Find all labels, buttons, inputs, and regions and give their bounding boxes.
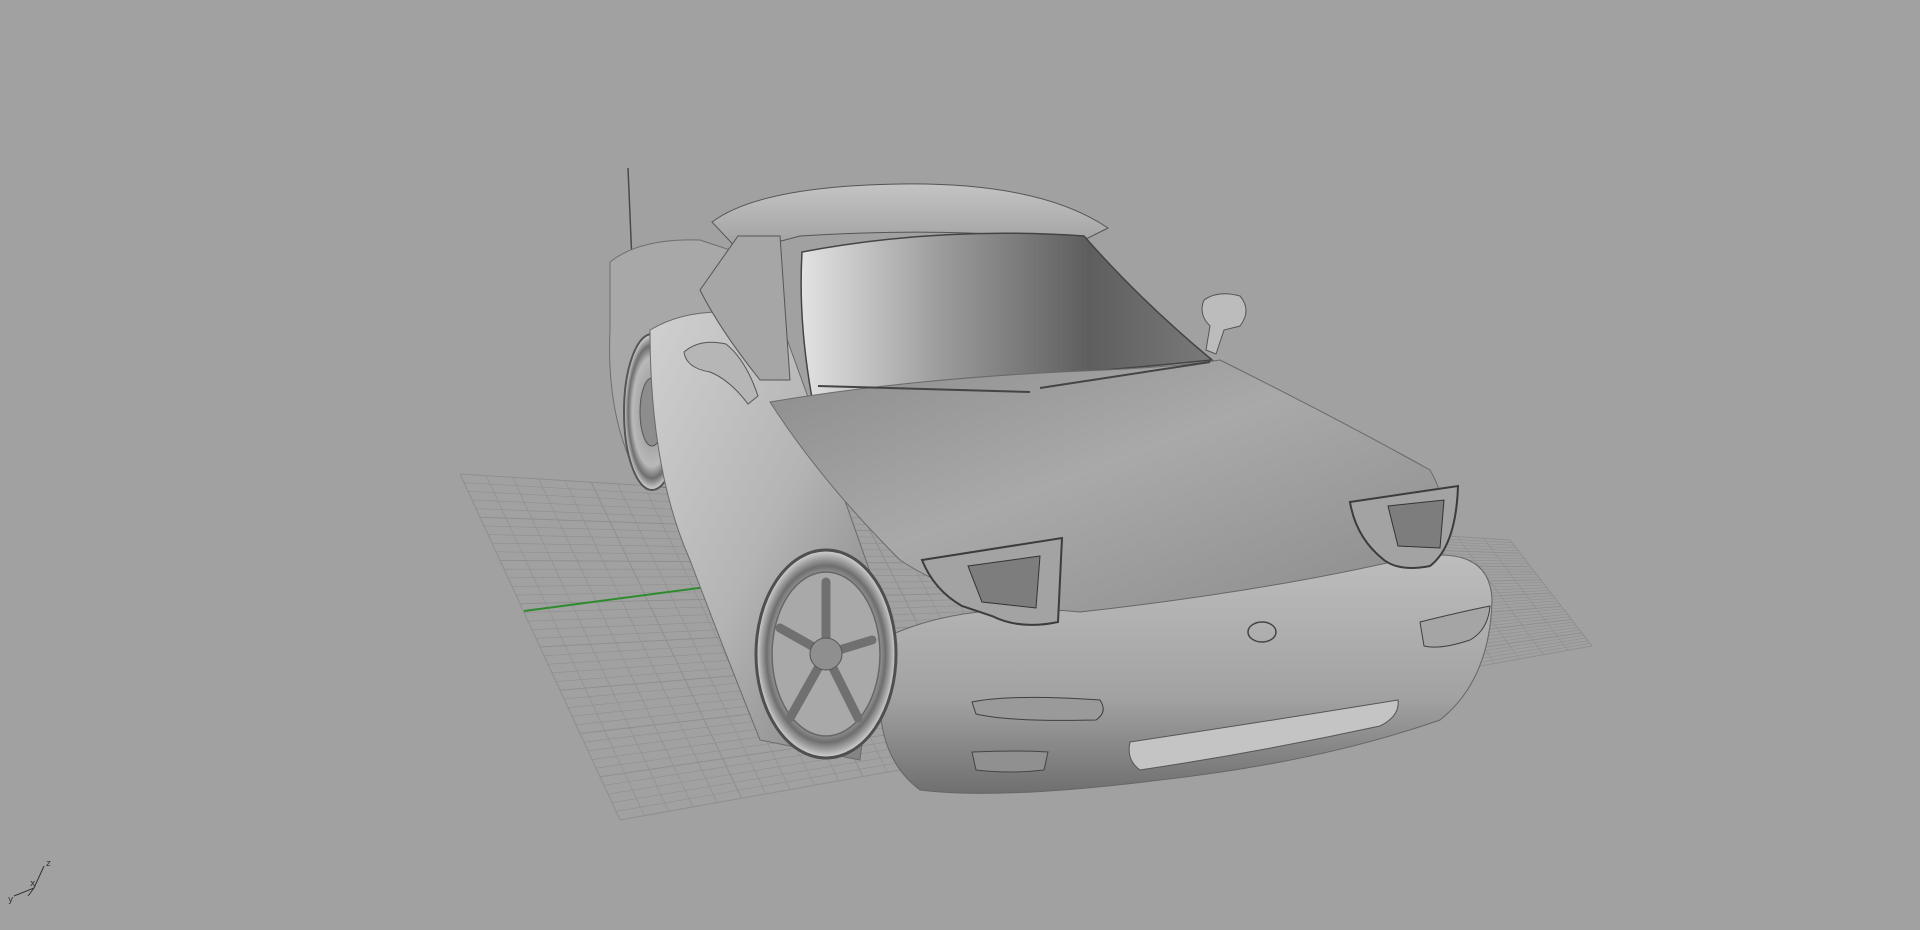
- axis-triad: z x y: [6, 852, 56, 905]
- front-turn-light: [971, 696, 1104, 721]
- right-mirror: [1201, 293, 1247, 355]
- car-model[interactable]: [609, 167, 1493, 794]
- axis-label-x: x: [30, 879, 36, 889]
- antenna: [627, 167, 633, 263]
- viewport-scene[interactable]: [0, 0, 1920, 930]
- perspective-viewport[interactable]: z x y: [0, 0, 1920, 930]
- axis-label-z: z: [46, 859, 51, 869]
- axis-label-y: y: [8, 895, 14, 905]
- grid-line: [1483, 538, 1568, 651]
- grid-line: [1509, 539, 1593, 647]
